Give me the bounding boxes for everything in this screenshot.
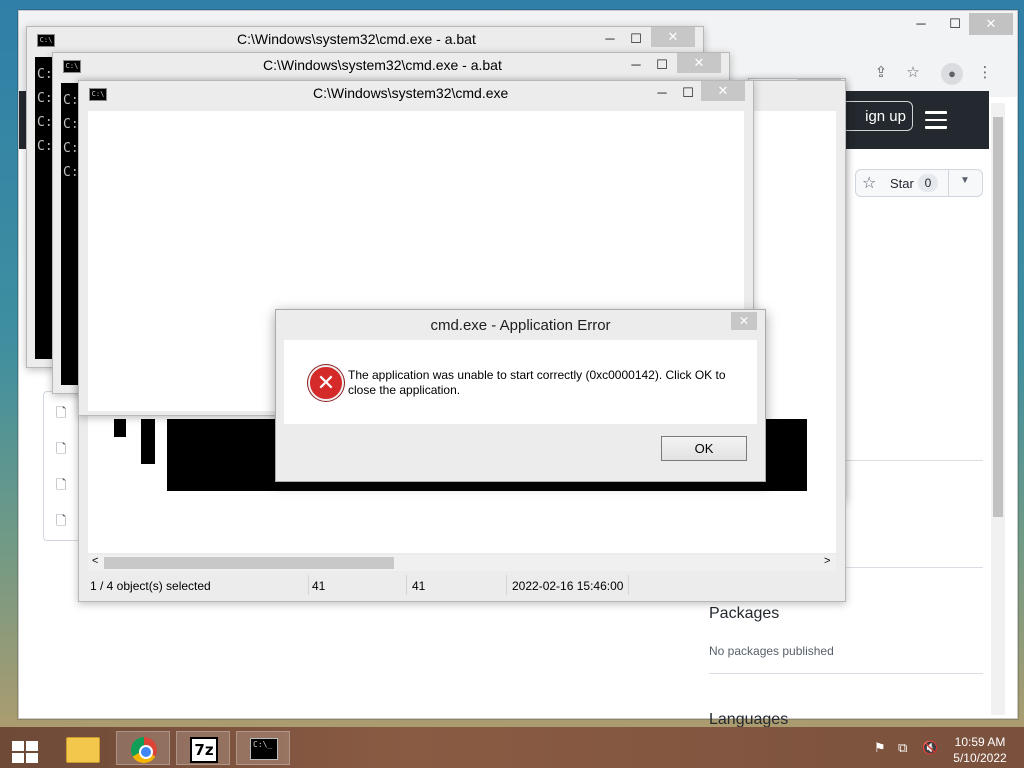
window-title: C:\Windows\system32\cmd.exe - a.bat — [237, 31, 476, 47]
close-button[interactable]: ✕ — [677, 53, 721, 73]
error-message: The application was unable to start corr… — [348, 368, 726, 397]
network-icon[interactable]: ⧉ — [898, 740, 907, 756]
close-button[interactable]: ✕ — [701, 81, 745, 101]
volume-muted-icon[interactable]: 🔇 — [922, 740, 938, 756]
hamburger-menu-icon[interactable] — [925, 111, 947, 129]
star-count: 0 — [918, 174, 938, 192]
file-icon[interactable]: 🗋 — [56, 404, 70, 426]
scroll-left-arrow[interactable]: < — [92, 555, 98, 567]
packages-heading: Packages — [709, 605, 780, 622]
scrollbar-thumb[interactable] — [104, 557, 394, 569]
windows-logo-icon — [12, 741, 38, 763]
chevron-down-icon[interactable]: ▼ — [960, 175, 970, 186]
star-icon: ☆ — [862, 175, 877, 192]
maximize-button[interactable]: ☐ — [675, 83, 701, 103]
taskbar-7zip[interactable]: 7z — [176, 731, 230, 765]
folder-icon — [66, 737, 100, 763]
file-icon[interactable]: 🗋 — [56, 512, 70, 534]
chrome-close-button[interactable]: ✕ — [969, 13, 1013, 35]
chrome-icon — [131, 737, 157, 763]
horizontal-scrollbar[interactable]: < > — [88, 555, 836, 571]
minimize-button[interactable]: ─ — [649, 83, 675, 103]
chrome-menu-icon[interactable]: ⋮ — [975, 63, 995, 83]
scroll-right-arrow[interactable]: > — [824, 555, 830, 567]
console-fragment — [114, 419, 126, 437]
star-label: Star — [890, 176, 914, 191]
clock-time: 10:59 AM — [954, 735, 1006, 749]
application-error-dialog[interactable]: cmd.exe - Application Error ✕ ✕ The appl… — [275, 309, 766, 482]
divider — [948, 170, 949, 196]
start-button[interactable] — [0, 731, 54, 765]
file-icon[interactable]: 🗋 — [56, 476, 70, 498]
chrome-minimize-button[interactable]: ─ — [903, 13, 939, 35]
minimize-button[interactable]: ─ — [623, 55, 649, 75]
minimize-button[interactable]: ─ — [597, 29, 623, 49]
status-size: 41 — [312, 579, 326, 593]
taskbar-chrome[interactable] — [116, 731, 170, 765]
cmd-icon: C:\ — [37, 34, 55, 47]
system-clock[interactable]: 10:59 AM 5/10/2022 — [950, 734, 1010, 766]
close-button[interactable]: ✕ — [651, 27, 695, 47]
status-bar: 1 / 4 object(s) selected 41 41 2022-02-1… — [88, 575, 836, 595]
profile-avatar-icon[interactable]: ● — [941, 63, 963, 85]
status-selected: 1 / 4 object(s) selected — [90, 579, 211, 593]
share-icon[interactable]: ⇪ — [871, 63, 891, 83]
cmd-icon: C:\ — [63, 60, 81, 73]
divider — [709, 673, 983, 674]
page-scrollbar[interactable] — [991, 103, 1005, 715]
action-center-flag-icon[interactable]: ⚑ — [874, 740, 886, 756]
error-icon: ✕ — [308, 365, 344, 401]
taskbar-file-explorer[interactable] — [54, 731, 108, 765]
file-icon[interactable]: 🗋 — [56, 440, 70, 462]
maximize-button[interactable]: ☐ — [649, 55, 675, 75]
cmd-icon: C:\_ — [250, 738, 278, 760]
ok-button[interactable]: OK — [661, 436, 747, 461]
dialog-close-button[interactable]: ✕ — [731, 312, 757, 330]
sign-up-button[interactable]: ign up — [841, 101, 913, 131]
status-modified-date: 2022-02-16 15:46:00 — [512, 579, 624, 593]
7zip-icon: 7z — [190, 737, 218, 763]
status-packed-size: 41 — [412, 579, 426, 593]
chrome-maximize-button[interactable]: ☐ — [937, 13, 973, 35]
star-repo-button[interactable]: ☆ Star 0 ▼ — [855, 169, 983, 197]
bookmark-star-icon[interactable]: ☆ — [903, 63, 923, 83]
packages-empty-text: No packages published — [709, 644, 834, 658]
dialog-title: cmd.exe - Application Error — [430, 317, 611, 334]
clock-date: 5/10/2022 — [953, 751, 1007, 765]
taskbar-cmd[interactable]: C:\_ — [236, 731, 290, 765]
window-title: C:\Windows\system32\cmd.exe — [313, 85, 509, 101]
console-fragment — [141, 419, 155, 464]
taskbar: 7z C:\_ — [0, 727, 1024, 768]
dialog-body: ✕ The application was unable to start co… — [284, 340, 757, 424]
cmd-icon: C:\ — [89, 88, 107, 101]
window-title: C:\Windows\system32\cmd.exe - a.bat — [263, 57, 502, 73]
maximize-button[interactable]: ☐ — [623, 29, 649, 49]
